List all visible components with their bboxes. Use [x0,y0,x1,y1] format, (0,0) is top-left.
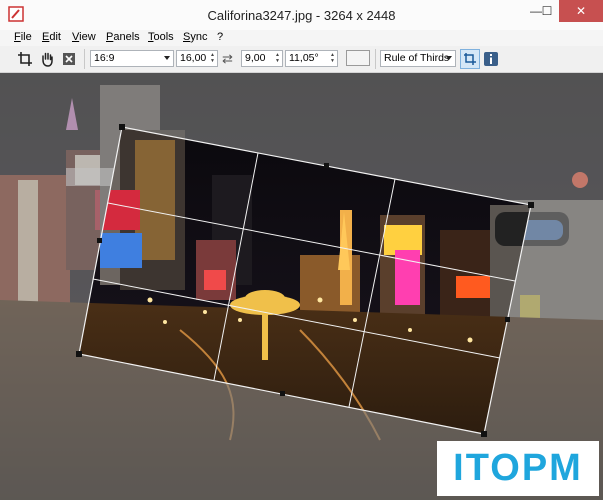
chevron-down-icon [446,56,452,60]
hand-icon[interactable] [38,50,56,68]
crop-handle [97,238,102,243]
spinner-arrows-icon[interactable]: ▲ ▼ [209,52,216,65]
aspect-ratio-select[interactable]: 16:9 [90,50,174,67]
crop-handle [481,431,487,437]
guide-overlay-select[interactable]: Rule of Thirds [380,50,456,67]
crop-tool-icon[interactable] [460,49,480,69]
crop-handle [324,163,329,168]
image-viewer[interactable] [0,73,603,500]
ratio-width-value: 16,00 [180,52,207,64]
crop-icon[interactable] [16,50,34,68]
aspect-ratio-value: 16:9 [94,52,115,64]
crop-handle [76,351,82,357]
ratio-height-value: 9,00 [245,52,266,64]
chevron-down-icon [164,56,170,60]
menu-view[interactable]: View [72,31,96,43]
ratio-width-spinner[interactable]: 16,00 ▲ ▼ [176,50,218,67]
ratio-height-spinner[interactable]: 9,00 ▲ ▼ [241,50,283,67]
crop-handle [280,391,285,396]
close-icon[interactable] [60,50,78,68]
menu-sync[interactable]: Sync [183,31,207,43]
rotation-spinner[interactable]: 11,05° ▲ ▼ [285,50,338,67]
menu-panels[interactable]: Panels [106,31,140,43]
title-bar: Califorina3247.jpg - 3264 x 2448 — ☐ ✕ [0,0,603,31]
spinner-arrows-icon[interactable]: ▲ ▼ [329,52,336,65]
swap-icon[interactable]: ⇄ [222,51,233,67]
watermark-logo: ITOPM [437,441,599,496]
close-button[interactable]: ✕ [559,0,603,22]
maximize-button[interactable]: ☐ [538,0,556,22]
spinner-arrows-icon[interactable]: ▲ ▼ [274,52,281,65]
crop-handle [505,317,510,322]
menu-edit[interactable]: Edit [42,31,61,43]
menu-bar: File Edit View Panels Tools Sync ? [0,30,603,46]
toolbar-separator [84,49,85,69]
crop-handle [119,124,125,130]
crop-toolbar: 16:9 16,00 ▲ ▼ ⇄ 9,00 ▲ ▼ 11,05° ▲ ▼ Rule o… [0,46,603,73]
menu-tools[interactable]: Tools [148,31,174,43]
photo-canvas [0,73,603,500]
window-title: Califorina3247.jpg - 3264 x 2448 [207,8,396,23]
rotation-value: 11,05° [289,52,319,64]
mask-color-swatch[interactable] [346,50,370,66]
crop-handle [528,202,534,208]
info-icon[interactable] [482,50,500,68]
menu-file[interactable]: File [14,31,32,43]
toolbar-separator [375,49,376,69]
menu-help[interactable]: ? [217,31,223,43]
guide-overlay-value: Rule of Thirds [384,52,450,64]
